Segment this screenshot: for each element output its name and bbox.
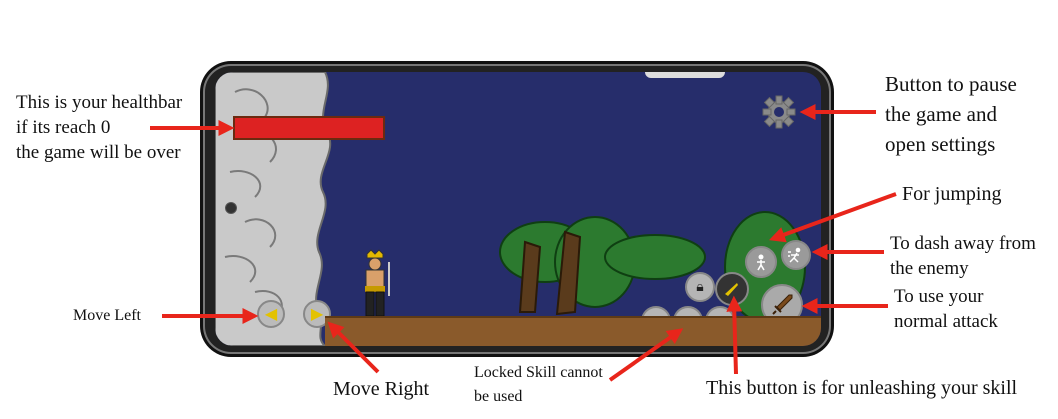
jump-arrow [768,192,897,243]
skill-arrow [726,295,743,375]
annotation-arrows [150,104,897,382]
move-right-arrow [327,321,380,374]
locked-arrow [608,328,684,382]
